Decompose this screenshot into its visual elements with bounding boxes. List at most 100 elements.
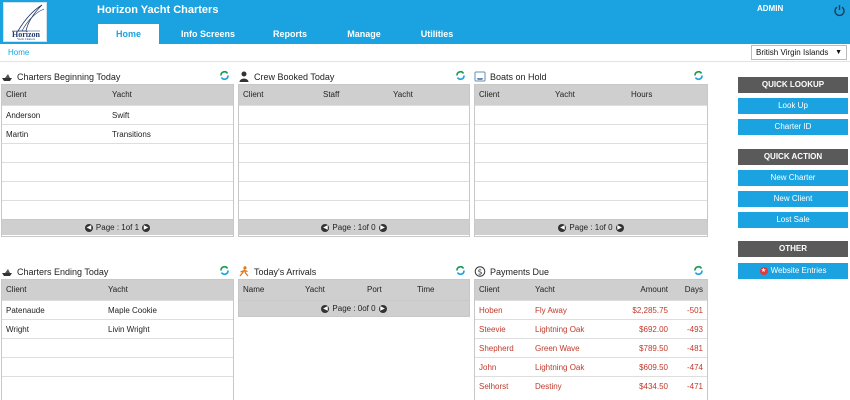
prev-page-icon[interactable]: ◀ (558, 223, 567, 232)
cell-client: Hoben (479, 306, 503, 315)
table-row (239, 105, 469, 124)
refresh-icon[interactable] (219, 70, 230, 81)
new-charter-button[interactable]: New Charter (738, 170, 848, 186)
column-header[interactable]: Client (243, 90, 263, 99)
tab-manage[interactable]: Manage (330, 24, 398, 44)
tab-home[interactable]: Home (98, 24, 159, 44)
column-header[interactable]: Staff (323, 90, 339, 99)
table-header: Client Yacht Amount Days (475, 280, 707, 300)
tab-utilities[interactable]: Utilities (406, 24, 468, 44)
other-heading: OTHER (738, 241, 848, 257)
column-header[interactable]: Client (6, 285, 26, 294)
column-header[interactable]: Amount (640, 285, 668, 294)
table-row (239, 200, 469, 219)
cell-yacht: Livin Wright (108, 325, 150, 334)
lost-sale-button[interactable]: Lost Sale (738, 212, 848, 228)
prev-page-icon[interactable]: ◀ (321, 304, 330, 313)
table-row[interactable]: Steevie Lightning Oak $692.00 -493 (475, 319, 707, 338)
charters-ending-table: Client Yacht Patenaude Maple Cookie Wrig… (1, 279, 234, 400)
payments-due-panel: $ Payments Due Client Yacht Amount Days … (474, 265, 708, 400)
walking-person-icon (239, 266, 249, 277)
crew-icon (239, 71, 249, 82)
cell-yacht: Lightning Oak (535, 363, 585, 372)
prev-page-icon[interactable]: ◀ (321, 223, 330, 232)
company-logo[interactable]: Horizon Yacht Charters (3, 2, 47, 42)
column-header[interactable]: Time (417, 285, 434, 294)
breadcrumb[interactable]: Home (8, 48, 29, 57)
table-header: Client Staff Yacht (239, 85, 469, 105)
pagination: ◀ Page : 1of 1 ▶ (2, 219, 233, 235)
panel-title: Today's Arrivals (254, 267, 317, 277)
arrivals-table: Name Yacht Port Time ◀ Page : 0of 0 ▶ (238, 279, 470, 317)
breadcrumb-bar: Home British Virgin Islands ▼ (0, 44, 850, 62)
refresh-icon[interactable] (219, 265, 230, 276)
cell-days: -481 (686, 344, 703, 353)
table-row[interactable]: Shepherd Green Wave $789.50 -481 (475, 338, 707, 357)
panel-title: Boats on Hold (490, 72, 547, 82)
boats-on-hold-panel: Boats on Hold Client Yacht Hours ◀ Page :… (474, 70, 708, 237)
table-header: Client Yacht (2, 85, 233, 105)
cell-yacht: Fly Away (535, 306, 567, 315)
charters-beginning-panel: Charters Beginning Today Client Yacht An… (1, 70, 234, 237)
cell-amount: $434.50 (639, 382, 668, 391)
cell-yacht: Transitions (112, 130, 151, 139)
cell-days: -474 (686, 363, 703, 372)
column-header[interactable]: Yacht (112, 90, 132, 99)
table-row[interactable]: Wright Livin Wright (2, 319, 233, 338)
next-page-icon[interactable]: ▶ (378, 223, 387, 232)
table-row[interactable]: John Lightning Oak $609.50 -474 (475, 357, 707, 376)
region-select[interactable]: British Virgin Islands ▼ (751, 45, 847, 60)
region-select-value: British Virgin Islands (756, 48, 829, 57)
column-header[interactable]: Yacht (555, 90, 575, 99)
column-header[interactable]: Client (6, 90, 26, 99)
column-header[interactable]: Yacht (305, 285, 325, 294)
refresh-icon[interactable] (455, 70, 466, 81)
table-row[interactable]: Martin Transitions (2, 124, 233, 143)
dollar-icon: $ (474, 266, 486, 277)
new-client-button[interactable]: New Client (738, 191, 848, 207)
table-header: Client Yacht Hours (475, 85, 707, 105)
next-page-icon[interactable]: ▶ (142, 223, 151, 232)
cell-yacht: Maple Cookie (108, 306, 157, 315)
table-row (475, 105, 707, 124)
boat-icon (2, 269, 12, 276)
refresh-icon[interactable] (693, 265, 704, 276)
refresh-icon[interactable] (693, 70, 704, 81)
cell-client: Wright (6, 325, 29, 334)
column-header[interactable]: Client (479, 90, 499, 99)
column-header[interactable]: Days (685, 285, 703, 294)
next-page-icon[interactable]: ▶ (615, 223, 624, 232)
user-menu[interactable]: ADMIN (757, 4, 783, 13)
cell-days: -471 (686, 382, 703, 391)
column-header[interactable]: Name (243, 285, 264, 294)
column-header[interactable]: Yacht (535, 285, 555, 294)
column-header[interactable]: Port (367, 285, 382, 294)
cell-amount: $2,285.75 (632, 306, 668, 315)
app-title: Horizon Yacht Charters (97, 4, 219, 16)
power-icon[interactable] (833, 4, 846, 17)
table-header: Name Yacht Port Time (239, 280, 469, 300)
table-row[interactable]: Hoben Fly Away $2,285.75 -501 (475, 300, 707, 319)
column-header[interactable]: Yacht (393, 90, 413, 99)
tab-info-screens[interactable]: Info Screens (168, 24, 248, 44)
next-page-icon[interactable]: ▶ (378, 304, 387, 313)
refresh-icon[interactable] (455, 265, 466, 276)
tab-reports[interactable]: Reports (258, 24, 322, 44)
column-header[interactable]: Client (479, 285, 499, 294)
column-header[interactable]: Yacht (108, 285, 128, 294)
cell-client: Anderson (6, 111, 41, 120)
table-row[interactable]: Anderson Swift (2, 105, 233, 124)
page-indicator: Page : 1of 1 (95, 223, 140, 232)
page-indicator: Page : 0of 0 (332, 304, 376, 313)
look-up-button[interactable]: Look Up (738, 98, 848, 114)
website-entries-button[interactable]: ★ Website Entries (738, 263, 848, 279)
table-row[interactable]: Patenaude Maple Cookie (2, 300, 233, 319)
charter-id-button[interactable]: Charter ID (738, 119, 848, 135)
column-header[interactable]: Hours (631, 90, 652, 99)
panel-title: Crew Booked Today (254, 72, 335, 82)
table-row[interactable]: Selhorst Destiny $434.50 -471 (475, 376, 707, 395)
prev-page-icon[interactable]: ◀ (84, 223, 93, 232)
table-row (2, 376, 233, 395)
table-row (2, 200, 233, 219)
table-row (475, 143, 707, 162)
